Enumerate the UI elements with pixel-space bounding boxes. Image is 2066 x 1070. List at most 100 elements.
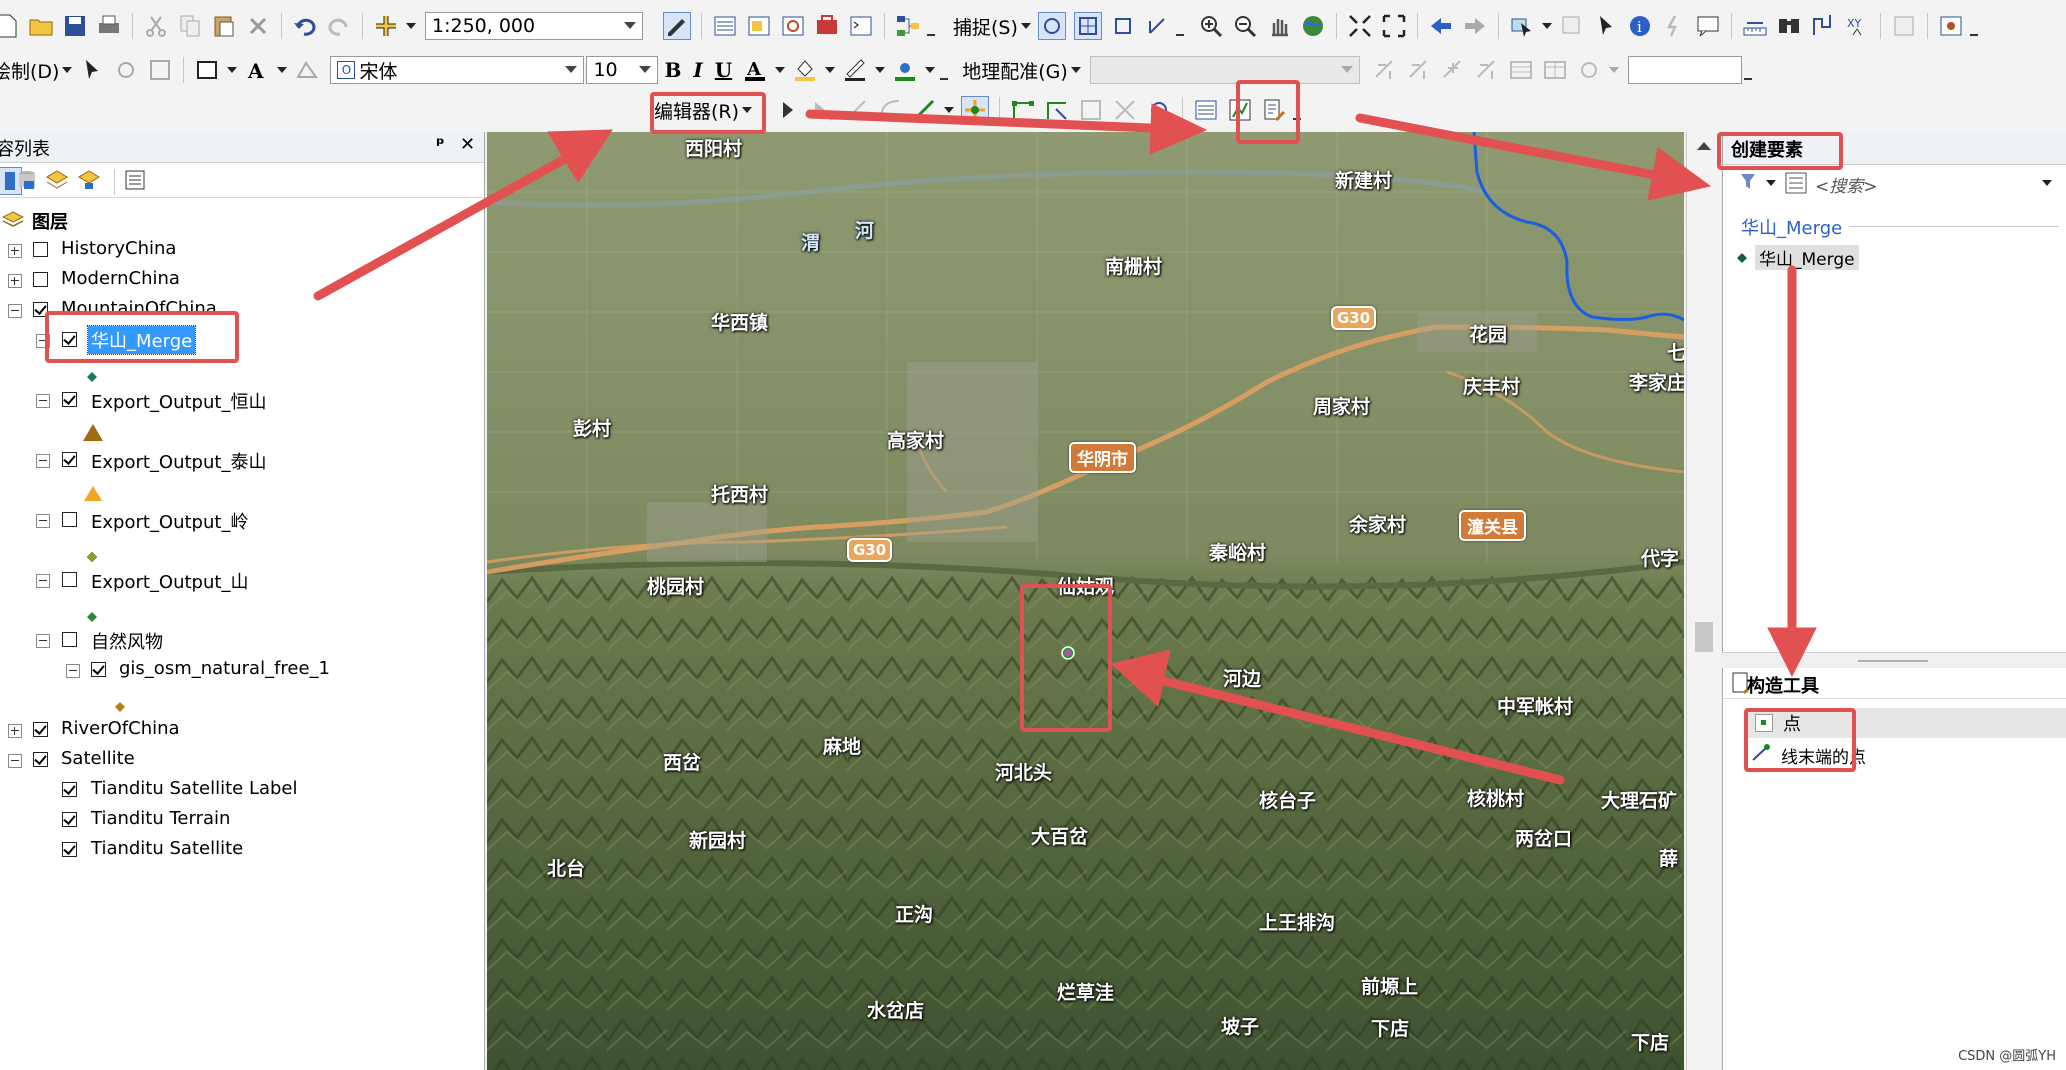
create-viewer-window-icon[interactable] — [1938, 13, 1964, 39]
end-point-arc-icon[interactable] — [877, 97, 903, 123]
editor-menu[interactable]: 编辑器(R) — [654, 97, 739, 124]
reshape-feature-icon[interactable] — [1044, 97, 1070, 123]
fixed-zoom-in-icon[interactable] — [1347, 13, 1373, 39]
map-vertical-scrollbar[interactable] — [1686, 132, 1721, 1070]
edit-tool-icon[interactable] — [775, 97, 801, 123]
layer-visibility-checkbox[interactable] — [91, 662, 106, 677]
layer-tianditu-label[interactable]: Tianditu Satellite Label — [0, 776, 484, 804]
edit-vertices-icon[interactable] — [294, 57, 320, 83]
add-data-dropdown-icon[interactable] — [406, 23, 416, 29]
rotate-icon[interactable] — [113, 57, 139, 83]
template-properties-icon[interactable] — [1783, 170, 1809, 196]
layer-group-natural[interactable]: 自然风物 — [0, 626, 484, 654]
search-dropdown-icon[interactable] — [2042, 180, 2052, 186]
layer-tianditu-terrain[interactable]: Tianditu Terrain — [0, 806, 484, 834]
point-snapping-icon[interactable] — [1037, 12, 1066, 40]
fill-color-icon[interactable] — [792, 57, 818, 83]
undo-icon[interactable] — [292, 13, 318, 39]
collapse-icon[interactable] — [36, 454, 50, 468]
layer-visibility-checkbox[interactable] — [33, 722, 48, 737]
layer-visibility-checkbox[interactable] — [62, 632, 77, 647]
toolbar-overflow-icon[interactable] — [1175, 16, 1184, 36]
clear-selection-icon[interactable] — [1559, 13, 1585, 39]
search-window-icon[interactable] — [780, 13, 806, 39]
trace-icon[interactable] — [911, 97, 937, 123]
layer-visibility-checkbox[interactable] — [62, 842, 77, 857]
rotate-disabled-icon[interactable] — [1372, 57, 1398, 83]
open-folder-icon[interactable] — [28, 13, 54, 39]
layer-visibility-checkbox[interactable] — [62, 392, 77, 407]
model-builder-icon[interactable] — [895, 13, 921, 39]
cut-icon[interactable] — [143, 13, 169, 39]
list-by-visibility-icon[interactable] — [44, 167, 70, 193]
expand-icon[interactable] — [8, 724, 22, 738]
layer-visibility-checkbox[interactable] — [62, 782, 77, 797]
table-of-contents-icon[interactable] — [712, 13, 738, 39]
collapse-icon[interactable] — [8, 304, 22, 318]
add-data-icon[interactable] — [373, 13, 399, 39]
pin-icon[interactable]: ᵖ — [436, 134, 445, 155]
layer-export-taishan[interactable]: Export_Output_泰山 — [0, 446, 484, 474]
html-popup-icon[interactable] — [1695, 13, 1721, 39]
layer-mountain-of-china[interactable]: MountainOfChina — [0, 296, 484, 324]
layer-satellite[interactable]: Satellite — [0, 746, 484, 774]
paste-icon[interactable] — [211, 13, 237, 39]
layer-visibility-checkbox[interactable] — [62, 572, 77, 587]
arctoolbox-icon[interactable] — [814, 13, 840, 39]
toolbar-overflow-icon[interactable] — [1293, 100, 1302, 120]
select-elements-icon[interactable] — [1593, 13, 1619, 39]
rotate-tool-icon[interactable] — [1146, 97, 1172, 123]
layer-visibility-checkbox[interactable] — [33, 272, 48, 287]
layer-visibility-checkbox[interactable] — [33, 302, 48, 317]
text-dropdown-icon[interactable] — [277, 67, 288, 73]
collapse-icon[interactable] — [36, 514, 50, 528]
split-tool-icon[interactable] — [1112, 97, 1138, 123]
georeference-layer-combo[interactable] — [1089, 56, 1360, 84]
filter-dropdown-icon[interactable] — [1766, 180, 1776, 186]
layer-tianditu-satellite[interactable]: Tianditu Satellite — [0, 836, 484, 864]
toolbar-overflow-icon[interactable] — [940, 60, 949, 80]
georeferencing-dropdown-icon[interactable] — [1070, 67, 1081, 73]
scroll-thumb[interactable] — [1695, 622, 1713, 652]
collapse-icon[interactable] — [36, 394, 50, 408]
layer-export-ling[interactable]: Export_Output_岭 — [0, 506, 484, 534]
view-link-table-icon[interactable] — [1508, 57, 1534, 83]
layer-osm-natural[interactable]: gis_osm_natural_free_1 — [0, 656, 484, 684]
template-search-field[interactable]: <搜索> — [1815, 172, 1878, 197]
create-features-icon[interactable] — [1261, 97, 1287, 123]
link-table-icon[interactable] — [1474, 57, 1500, 83]
construction-tool-point-at-end-of-line[interactable]: 线末端的点 — [1747, 742, 2066, 768]
layer-visibility-checkbox[interactable] — [62, 812, 77, 827]
list-by-source-icon[interactable] — [14, 167, 40, 193]
expand-icon[interactable] — [8, 244, 22, 258]
snapping-dropdown-icon[interactable] — [1020, 23, 1031, 29]
time-slider-icon[interactable] — [1891, 13, 1917, 39]
editor-toolbar-toggle-icon[interactable] — [663, 12, 691, 40]
underline-icon[interactable]: U — [715, 58, 732, 82]
bold-icon[interactable]: B — [664, 58, 681, 82]
options-icon[interactable] — [122, 167, 148, 193]
hyperlink-icon[interactable] — [1661, 13, 1687, 39]
measure-icon[interactable] — [1742, 13, 1768, 39]
marker-color-dropdown-icon[interactable] — [925, 67, 936, 73]
full-extent-icon[interactable] — [1300, 13, 1326, 39]
catalog-icon[interactable] — [746, 13, 772, 39]
zoom-in-icon[interactable] — [1198, 13, 1224, 39]
draw-dropdown-icon[interactable] — [62, 67, 73, 73]
python-window-icon[interactable] — [848, 13, 874, 39]
italic-icon[interactable]: I — [693, 58, 702, 82]
construction-dropdown-icon[interactable] — [944, 107, 955, 113]
georef-table-icon[interactable] — [1542, 57, 1568, 83]
add-control-points-icon[interactable] — [1440, 57, 1466, 83]
edge-snapping-icon[interactable] — [1144, 13, 1170, 39]
new-document-icon[interactable] — [0, 13, 20, 39]
map-scale-combo[interactable]: 1:250, 000 — [425, 12, 643, 40]
save-icon[interactable] — [62, 13, 88, 39]
layer-visibility-checkbox[interactable] — [62, 512, 77, 527]
georeferencing-menu[interactable]: 地理配准(G) — [962, 57, 1068, 84]
layer-river-of-china[interactable]: RiverOfChina — [0, 716, 484, 744]
layer-visibility-checkbox[interactable] — [33, 242, 48, 257]
vertex-snapping-icon[interactable] — [1110, 13, 1136, 39]
scroll-up-icon[interactable] — [1697, 142, 1711, 150]
pan-icon[interactable] — [1266, 13, 1292, 39]
